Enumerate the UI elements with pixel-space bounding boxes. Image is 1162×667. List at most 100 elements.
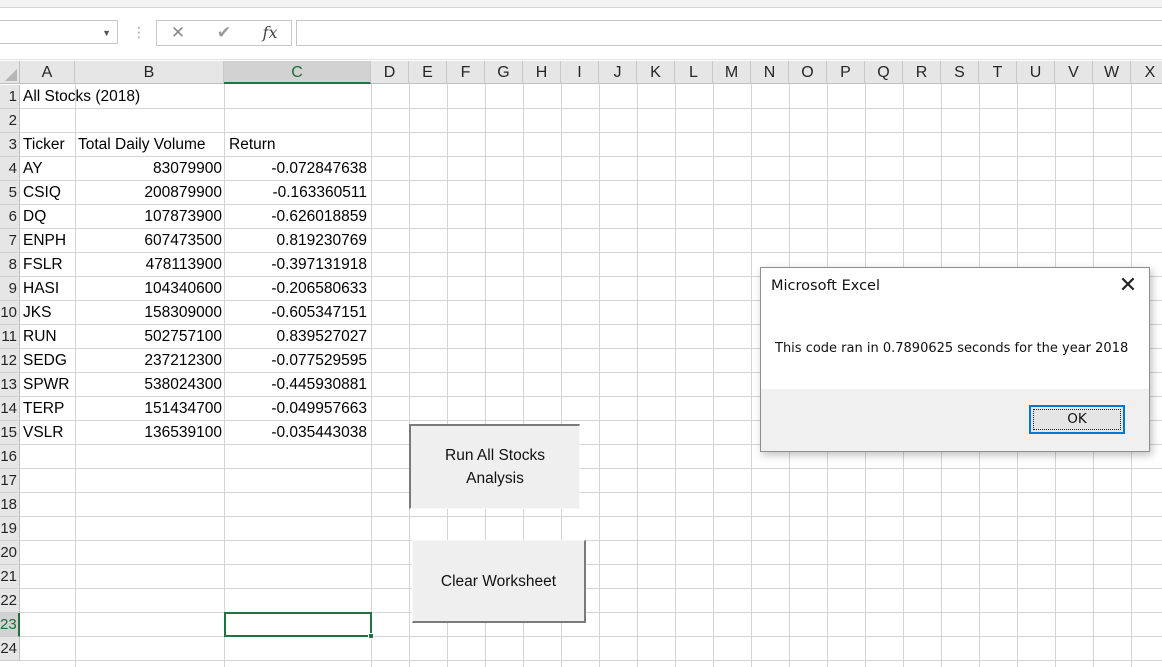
sheet-title-cell[interactable]: All Stocks (2018) (20, 85, 140, 109)
row-header-23[interactable]: 23 (0, 613, 20, 637)
select-all-corner[interactable] (0, 61, 20, 84)
column-header-l[interactable]: L (675, 61, 713, 84)
close-icon[interactable]: ✕ (1117, 274, 1139, 298)
column-header-t[interactable]: T (979, 61, 1017, 84)
row-header-11[interactable]: 11 (0, 325, 20, 349)
volume-cell[interactable]: 538024300 (75, 373, 222, 397)
return-cell[interactable]: -0.035443038 (224, 421, 367, 445)
return-cell[interactable]: 0.839527027 (224, 325, 367, 349)
row-header-17[interactable]: 17 (0, 469, 20, 493)
volume-cell[interactable]: 158309000 (75, 301, 222, 325)
ticker-cell[interactable]: RUN (20, 325, 75, 349)
column-header-d[interactable]: D (371, 61, 409, 84)
column-header-s[interactable]: S (941, 61, 979, 84)
ticker-cell[interactable]: FSLR (20, 253, 75, 277)
drag-handle-icon[interactable]: ⋮ (132, 22, 146, 42)
ticker-cell[interactable]: SPWR (20, 373, 75, 397)
insert-function-icon[interactable]: fx (257, 21, 283, 45)
clear-worksheet-button[interactable]: Clear Worksheet (412, 540, 586, 623)
return-cell[interactable]: -0.049957663 (224, 397, 367, 421)
ticker-cell[interactable]: DQ (20, 205, 75, 229)
fill-handle[interactable] (368, 633, 374, 639)
row-header-9[interactable]: 9 (0, 277, 20, 301)
volume-cell[interactable]: 237212300 (75, 349, 222, 373)
column-header-n[interactable]: N (751, 61, 789, 84)
return-cell[interactable]: -0.605347151 (224, 301, 367, 325)
column-header-h[interactable]: H (523, 61, 561, 84)
ticker-cell[interactable]: ENPH (20, 229, 75, 253)
column-header-p[interactable]: P (827, 61, 865, 84)
row-header-12[interactable]: 12 (0, 349, 20, 373)
header-return-cell[interactable]: Return (226, 133, 276, 157)
volume-cell[interactable]: 502757100 (75, 325, 222, 349)
column-header-k[interactable]: K (637, 61, 675, 84)
column-header-e[interactable]: E (409, 61, 447, 84)
ticker-cell[interactable]: VSLR (20, 421, 75, 445)
header-ticker-cell[interactable]: Ticker (20, 133, 65, 157)
volume-cell[interactable]: 136539100 (75, 421, 222, 445)
ok-button[interactable]: OK (1029, 405, 1125, 434)
ticker-cell[interactable]: AY (20, 157, 75, 181)
volume-cell[interactable]: 83079900 (75, 157, 222, 181)
column-header-i[interactable]: I (561, 61, 599, 84)
return-cell[interactable]: -0.206580633 (224, 277, 367, 301)
column-header-o[interactable]: O (789, 61, 827, 84)
volume-cell[interactable]: 151434700 (75, 397, 222, 421)
column-header-c[interactable]: C (224, 61, 371, 84)
row-header-5[interactable]: 5 (0, 181, 20, 205)
row-header-1[interactable]: 1 (0, 85, 20, 109)
column-header-v[interactable]: V (1055, 61, 1093, 84)
return-cell[interactable]: -0.445930881 (224, 373, 367, 397)
run-all-stocks-button[interactable]: Run All Stocks Analysis (409, 424, 580, 509)
name-box[interactable]: ▼ (0, 20, 118, 44)
column-header-r[interactable]: R (903, 61, 941, 84)
row-header-18[interactable]: 18 (0, 493, 20, 517)
row-header-14[interactable]: 14 (0, 397, 20, 421)
volume-cell[interactable]: 607473500 (75, 229, 222, 253)
volume-cell[interactable]: 200879900 (75, 181, 222, 205)
row-header-10[interactable]: 10 (0, 301, 20, 325)
ticker-cell[interactable]: HASI (20, 277, 75, 301)
row-header-19[interactable]: 19 (0, 517, 20, 541)
column-header-j[interactable]: J (599, 61, 637, 84)
active-cell-selection[interactable] (224, 612, 374, 639)
column-header-q[interactable]: Q (865, 61, 903, 84)
ticker-cell[interactable]: SEDG (20, 349, 75, 373)
row-header-20[interactable]: 20 (0, 541, 20, 565)
volume-cell[interactable]: 104340600 (75, 277, 222, 301)
row-header-6[interactable]: 6 (0, 205, 20, 229)
cancel-icon[interactable]: ✕ (167, 21, 189, 45)
ticker-cell[interactable]: TERP (20, 397, 75, 421)
column-header-f[interactable]: F (447, 61, 485, 84)
row-header-16[interactable]: 16 (0, 445, 20, 469)
row-header-7[interactable]: 7 (0, 229, 20, 253)
return-cell[interactable]: -0.077529595 (224, 349, 367, 373)
column-header-b[interactable]: B (75, 61, 224, 84)
return-cell[interactable]: 0.819230769 (224, 229, 367, 253)
row-header-22[interactable]: 22 (0, 589, 20, 613)
return-cell[interactable]: -0.626018859 (224, 205, 367, 229)
formula-input[interactable] (296, 20, 1162, 46)
return-cell[interactable]: -0.072847638 (224, 157, 367, 181)
volume-cell[interactable]: 107873900 (75, 205, 222, 229)
volume-cell[interactable]: 478113900 (75, 253, 222, 277)
return-cell[interactable]: -0.163360511 (224, 181, 367, 205)
ticker-cell[interactable]: JKS (20, 301, 75, 325)
row-header-2[interactable]: 2 (0, 109, 20, 133)
column-header-g[interactable]: G (485, 61, 523, 84)
column-header-w[interactable]: W (1093, 61, 1131, 84)
header-volume-cell[interactable]: Total Daily Volume (75, 133, 206, 157)
row-header-21[interactable]: 21 (0, 565, 20, 589)
row-header-13[interactable]: 13 (0, 373, 20, 397)
column-header-m[interactable]: M (713, 61, 751, 84)
column-header-a[interactable]: A (20, 61, 75, 84)
row-header-4[interactable]: 4 (0, 157, 20, 181)
row-header-3[interactable]: 3 (0, 133, 20, 157)
ticker-cell[interactable]: CSIQ (20, 181, 75, 205)
enter-icon[interactable]: ✔ (213, 21, 235, 45)
row-header-8[interactable]: 8 (0, 253, 20, 277)
row-header-15[interactable]: 15 (0, 421, 20, 445)
chevron-down-icon[interactable]: ▼ (102, 23, 111, 43)
row-header-24[interactable]: 24 (0, 637, 20, 661)
column-header-u[interactable]: U (1017, 61, 1055, 84)
